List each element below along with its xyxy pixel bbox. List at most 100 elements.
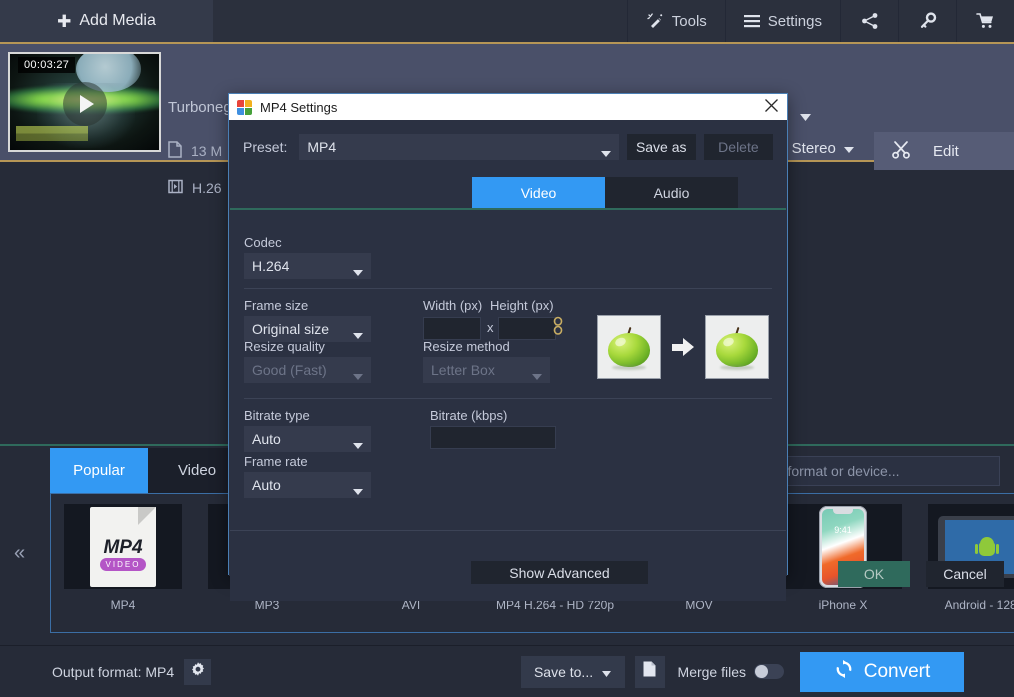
gear-icon xyxy=(190,661,206,682)
divider xyxy=(244,288,772,289)
save-as-button[interactable]: Save as xyxy=(627,134,696,160)
bitrate-label: Bitrate (kbps) xyxy=(430,408,507,423)
delete-label: Delete xyxy=(718,139,758,155)
tab-popular[interactable]: Popular xyxy=(50,448,148,493)
preset-combobox[interactable]: MP4 xyxy=(299,134,618,160)
delete-preset-button[interactable]: Delete xyxy=(704,134,773,160)
subtitles-chevron-down-icon[interactable] xyxy=(800,108,811,126)
audio-track-value: s Stereo xyxy=(780,140,836,157)
chevron-down-icon xyxy=(353,436,363,452)
open-folder-button[interactable] xyxy=(635,656,665,688)
cart-button[interactable] xyxy=(956,0,1014,42)
film-icon xyxy=(168,179,183,197)
video-duration-badge: 00:03:27 xyxy=(18,57,75,73)
dialog-tabs: Video Audio xyxy=(472,177,738,208)
dialog-tab-video[interactable]: Video xyxy=(472,177,605,208)
preset-label: MP4 xyxy=(111,598,136,612)
convert-button[interactable]: Convert xyxy=(800,652,964,692)
ok-label: OK xyxy=(864,566,884,582)
resize-method-label: Resize method xyxy=(423,339,510,354)
preset-item-mp4[interactable]: MP4 VIDEO MP4 xyxy=(51,494,195,632)
codec-label: Codec xyxy=(244,235,282,250)
format-tabs: Popular Video xyxy=(50,448,246,493)
resize-quality-label: Resize quality xyxy=(244,339,325,354)
show-advanced-button[interactable]: Show Advanced xyxy=(471,561,648,584)
show-advanced-label: Show Advanced xyxy=(509,565,609,581)
output-format-label: Output format: MP4 xyxy=(52,664,174,680)
chevron-down-icon xyxy=(353,263,363,279)
file-size-row: 13 M xyxy=(168,141,222,161)
convert-refresh-icon xyxy=(834,659,854,685)
add-media-label: Add Media xyxy=(79,12,156,30)
thumbnail-caption-text xyxy=(16,126,88,141)
file-size-value: 13 M xyxy=(191,143,222,159)
cancel-label: Cancel xyxy=(943,566,987,582)
output-settings-button[interactable] xyxy=(184,659,211,685)
phone-time: 9:41 xyxy=(822,525,864,535)
bitrate-type-combobox[interactable]: Auto xyxy=(244,426,371,452)
dialog-title-bar[interactable]: MP4 Settings xyxy=(229,94,787,120)
dialog-tab-audio-label: Audio xyxy=(654,185,690,201)
aspect-ratio-link-icon[interactable] xyxy=(552,316,564,341)
video-thumbnail[interactable]: 00:03:27 xyxy=(8,52,161,152)
height-input[interactable] xyxy=(498,317,556,340)
settings-button[interactable]: Settings xyxy=(725,0,840,42)
tools-label: Tools xyxy=(672,13,707,30)
top-toolbar: ✚ Add Media Tools xyxy=(0,0,1014,42)
close-icon[interactable] xyxy=(764,98,779,118)
divider xyxy=(244,398,772,399)
dialog-tab-audio[interactable]: Audio xyxy=(605,177,738,208)
ok-button[interactable]: OK xyxy=(838,561,910,587)
file-icon xyxy=(168,141,182,161)
dialog-title: MP4 Settings xyxy=(260,100,337,115)
preset-icon-title: MP4 xyxy=(90,537,156,559)
width-input[interactable] xyxy=(423,317,481,340)
bitrate-input[interactable] xyxy=(430,426,556,449)
preset-label: iPhone X xyxy=(819,598,868,612)
preset-label: Preset: xyxy=(243,139,287,155)
preset-label: Android - 1280x xyxy=(945,598,1014,612)
dialog-body: Preset: MP4 Save as Delete Video xyxy=(229,120,787,576)
tools-button[interactable]: Tools xyxy=(627,0,725,42)
merge-files-label: Merge files xyxy=(678,664,746,680)
collapse-panel-button[interactable]: « xyxy=(14,542,25,565)
dimension-separator: x xyxy=(487,320,494,335)
save-to-chevron-down-icon xyxy=(602,664,611,680)
preset-icon-badge: VIDEO xyxy=(100,558,146,571)
edit-label: Edit xyxy=(933,143,959,160)
format-search-input[interactable]: nd format or device... xyxy=(757,456,1000,486)
activation-key-button[interactable] xyxy=(898,0,956,42)
frame-size-value: Original size xyxy=(252,321,329,337)
codec-combobox[interactable]: H.264 xyxy=(244,253,371,279)
tab-video-label: Video xyxy=(178,462,216,479)
save-as-label: Save as xyxy=(636,139,687,155)
edit-button[interactable]: Edit xyxy=(874,132,1014,170)
preset-row: Preset: MP4 Save as Delete xyxy=(243,133,773,161)
frame-rate-combobox[interactable]: Auto xyxy=(244,472,371,498)
audio-track-selector[interactable]: s Stereo xyxy=(780,140,854,157)
bottom-bar: Output format: MP4 Save to... xyxy=(0,645,1014,697)
merge-files-toggle[interactable] xyxy=(754,664,784,679)
hamburger-icon xyxy=(744,14,760,28)
chevron-down-icon xyxy=(532,367,542,383)
bitrate-type-label: Bitrate type xyxy=(244,408,310,423)
phone-notch xyxy=(833,509,853,514)
arrow-right-icon xyxy=(672,338,694,357)
app-logo-icon xyxy=(237,100,252,115)
share-button[interactable] xyxy=(840,0,898,42)
add-media-button[interactable]: ✚ Add Media xyxy=(0,0,213,42)
resize-quality-value: Good (Fast) xyxy=(252,362,327,378)
apple-icon xyxy=(716,327,758,367)
bitrate-type-value: Auto xyxy=(252,431,281,447)
folder-icon xyxy=(643,661,656,682)
resize-quality-combobox[interactable]: Good (Fast) xyxy=(244,357,371,383)
dialog-tab-video-label: Video xyxy=(521,185,557,201)
cancel-button[interactable]: Cancel xyxy=(926,561,1004,587)
save-to-button[interactable]: Save to... xyxy=(521,656,625,688)
tab-popular-label: Popular xyxy=(73,462,125,479)
frame-size-label: Frame size xyxy=(244,298,308,313)
mp4-file-icon: MP4 VIDEO xyxy=(90,507,156,587)
play-icon[interactable] xyxy=(63,82,107,126)
frame-rate-label: Frame rate xyxy=(244,454,308,469)
resize-method-combobox[interactable]: Letter Box xyxy=(423,357,550,383)
